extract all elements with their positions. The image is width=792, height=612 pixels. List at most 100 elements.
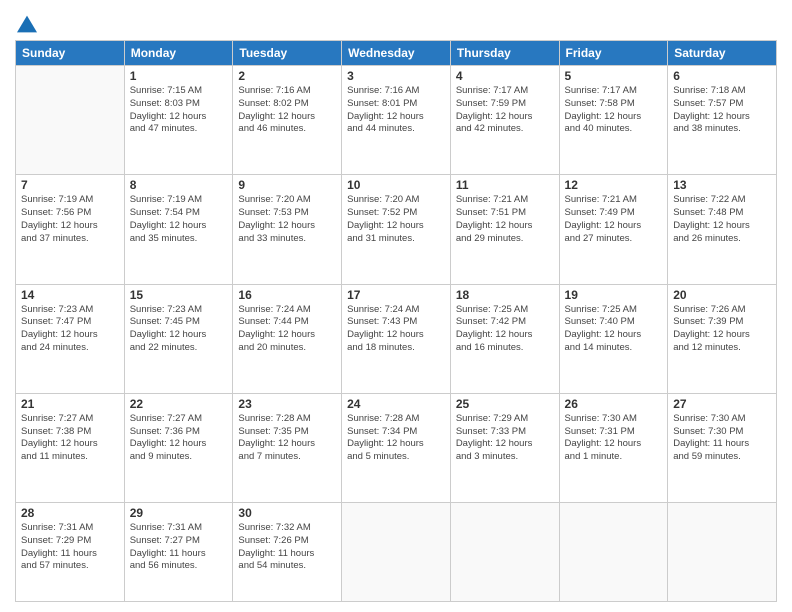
logo-text-block xyxy=(15,14,37,34)
day-info: Sunrise: 7:25 AMSunset: 7:40 PMDaylight:… xyxy=(565,304,663,355)
logo xyxy=(15,14,37,34)
day-info: Sunrise: 7:24 AMSunset: 7:44 PMDaylight:… xyxy=(238,304,336,355)
calendar-cell: 16 Sunrise: 7:24 AMSunset: 7:44 PMDayligh… xyxy=(233,284,342,393)
day-info: Sunrise: 7:29 AMSunset: 7:33 PMDaylight:… xyxy=(456,413,554,464)
calendar-cell: 24 Sunrise: 7:28 AMSunset: 7:34 PMDayligh… xyxy=(342,393,451,502)
day-info: Sunrise: 7:31 AMSunset: 7:29 PMDaylight:… xyxy=(21,522,119,573)
day-number: 4 xyxy=(456,69,554,83)
day-number: 2 xyxy=(238,69,336,83)
calendar-cell xyxy=(16,66,125,175)
day-info: Sunrise: 7:20 AMSunset: 7:53 PMDaylight:… xyxy=(238,194,336,245)
day-info: Sunrise: 7:16 AMSunset: 8:02 PMDaylight:… xyxy=(238,85,336,136)
day-number: 19 xyxy=(565,288,663,302)
day-info: Sunrise: 7:27 AMSunset: 7:36 PMDaylight:… xyxy=(130,413,228,464)
day-info: Sunrise: 7:20 AMSunset: 7:52 PMDaylight:… xyxy=(347,194,445,245)
day-info: Sunrise: 7:28 AMSunset: 7:35 PMDaylight:… xyxy=(238,413,336,464)
day-number: 6 xyxy=(673,69,771,83)
calendar-cell: 23Sunrise: 7:28 AMSunset: 7:35 PMDayligh… xyxy=(233,393,342,502)
day-info: Sunrise: 7:19 AMSunset: 7:54 PMDaylight:… xyxy=(130,194,228,245)
calendar-cell: 25 Sunrise: 7:29 AMSunset: 7:33 PMDayligh… xyxy=(450,393,559,502)
calendar-header-wednesday: Wednesday xyxy=(342,41,451,66)
day-number: 20 xyxy=(673,288,771,302)
calendar-header-friday: Friday xyxy=(559,41,668,66)
calendar-cell: 30Sunrise: 7:32 AMSunset: 7:26 PMDayligh… xyxy=(233,503,342,602)
day-info: Sunrise: 7:17 AMSunset: 7:59 PMDaylight:… xyxy=(456,85,554,136)
day-number: 27 xyxy=(673,397,771,411)
calendar-cell: 2 Sunrise: 7:16 AMSunset: 8:02 PMDaylight… xyxy=(233,66,342,175)
calendar-cell: 19 Sunrise: 7:25 AMSunset: 7:40 PMDayligh… xyxy=(559,284,668,393)
calendar-cell: 11 Sunrise: 7:21 AMSunset: 7:51 PMDayligh… xyxy=(450,175,559,284)
day-number: 26 xyxy=(565,397,663,411)
calendar-cell: 17 Sunrise: 7:24 AMSunset: 7:43 PMDayligh… xyxy=(342,284,451,393)
calendar-cell: 28 Sunrise: 7:31 AMSunset: 7:29 PMDayligh… xyxy=(16,503,125,602)
calendar-week-4: 21Sunrise: 7:27 AMSunset: 7:38 PMDayligh… xyxy=(16,393,777,502)
day-info: Sunrise: 7:21 AMSunset: 7:49 PMDaylight:… xyxy=(565,194,663,245)
calendar-cell: 14Sunrise: 7:23 AMSunset: 7:47 PMDayligh… xyxy=(16,284,125,393)
day-number: 18 xyxy=(456,288,554,302)
day-info: Sunrise: 7:21 AMSunset: 7:51 PMDaylight:… xyxy=(456,194,554,245)
calendar-cell: 12 Sunrise: 7:21 AMSunset: 7:49 PMDayligh… xyxy=(559,175,668,284)
day-number: 29 xyxy=(130,506,228,520)
day-number: 5 xyxy=(565,69,663,83)
day-info: Sunrise: 7:27 AMSunset: 7:38 PMDaylight:… xyxy=(21,413,119,464)
day-number: 15 xyxy=(130,288,228,302)
day-number: 9 xyxy=(238,178,336,192)
day-info: Sunrise: 7:23 AMSunset: 7:45 PMDaylight:… xyxy=(130,304,228,355)
day-number: 24 xyxy=(347,397,445,411)
page: SundayMondayTuesdayWednesdayThursdayFrid… xyxy=(0,0,792,612)
calendar-cell: 15 Sunrise: 7:23 AMSunset: 7:45 PMDayligh… xyxy=(124,284,233,393)
day-number: 12 xyxy=(565,178,663,192)
calendar-cell: 22 Sunrise: 7:27 AMSunset: 7:36 PMDayligh… xyxy=(124,393,233,502)
calendar-cell: 13Sunrise: 7:22 AMSunset: 7:48 PMDayligh… xyxy=(668,175,777,284)
calendar-table: SundayMondayTuesdayWednesdayThursdayFrid… xyxy=(15,40,777,602)
day-number: 14 xyxy=(21,288,119,302)
day-info: Sunrise: 7:16 AMSunset: 8:01 PMDaylight:… xyxy=(347,85,445,136)
day-info: Sunrise: 7:31 AMSunset: 7:27 PMDaylight:… xyxy=(130,522,228,573)
calendar-cell: 10 Sunrise: 7:20 AMSunset: 7:52 PMDayligh… xyxy=(342,175,451,284)
day-number: 3 xyxy=(347,69,445,83)
day-info: Sunrise: 7:32 AMSunset: 7:26 PMDaylight:… xyxy=(238,522,336,573)
calendar-cell: 8 Sunrise: 7:19 AMSunset: 7:54 PMDaylight… xyxy=(124,175,233,284)
calendar-week-5: 28 Sunrise: 7:31 AMSunset: 7:29 PMDayligh… xyxy=(16,503,777,602)
calendar-cell: 18 Sunrise: 7:25 AMSunset: 7:42 PMDayligh… xyxy=(450,284,559,393)
day-number: 11 xyxy=(456,178,554,192)
calendar-cell: 6 Sunrise: 7:18 AMSunset: 7:57 PMDaylight… xyxy=(668,66,777,175)
calendar-cell xyxy=(342,503,451,602)
calendar-header-tuesday: Tuesday xyxy=(233,41,342,66)
calendar-cell: 5 Sunrise: 7:17 AMSunset: 7:58 PMDaylight… xyxy=(559,66,668,175)
day-number: 28 xyxy=(21,506,119,520)
calendar-header-saturday: Saturday xyxy=(668,41,777,66)
calendar-week-2: 7 Sunrise: 7:19 AMSunset: 7:56 PMDaylight… xyxy=(16,175,777,284)
day-info: Sunrise: 7:28 AMSunset: 7:34 PMDaylight:… xyxy=(347,413,445,464)
calendar-week-1: 1Sunrise: 7:15 AMSunset: 8:03 PMDaylight… xyxy=(16,66,777,175)
day-number: 8 xyxy=(130,178,228,192)
day-number: 7 xyxy=(21,178,119,192)
calendar-header-row: SundayMondayTuesdayWednesdayThursdayFrid… xyxy=(16,41,777,66)
day-number: 25 xyxy=(456,397,554,411)
day-info: Sunrise: 7:24 AMSunset: 7:43 PMDaylight:… xyxy=(347,304,445,355)
logo-icon xyxy=(17,14,37,34)
calendar-cell: 3 Sunrise: 7:16 AMSunset: 8:01 PMDaylight… xyxy=(342,66,451,175)
calendar-week-3: 14Sunrise: 7:23 AMSunset: 7:47 PMDayligh… xyxy=(16,284,777,393)
day-number: 16 xyxy=(238,288,336,302)
day-number: 17 xyxy=(347,288,445,302)
calendar-cell: 21Sunrise: 7:27 AMSunset: 7:38 PMDayligh… xyxy=(16,393,125,502)
day-info: Sunrise: 7:19 AMSunset: 7:56 PMDaylight:… xyxy=(21,194,119,245)
day-info: Sunrise: 7:17 AMSunset: 7:58 PMDaylight:… xyxy=(565,85,663,136)
calendar-cell: 7 Sunrise: 7:19 AMSunset: 7:56 PMDaylight… xyxy=(16,175,125,284)
calendar-cell: 9 Sunrise: 7:20 AMSunset: 7:53 PMDaylight… xyxy=(233,175,342,284)
day-number: 1 xyxy=(130,69,228,83)
calendar-cell: 26 Sunrise: 7:30 AMSunset: 7:31 PMDayligh… xyxy=(559,393,668,502)
day-number: 22 xyxy=(130,397,228,411)
header xyxy=(15,10,777,34)
day-info: Sunrise: 7:25 AMSunset: 7:42 PMDaylight:… xyxy=(456,304,554,355)
day-info: Sunrise: 7:18 AMSunset: 7:57 PMDaylight:… xyxy=(673,85,771,136)
day-number: 13 xyxy=(673,178,771,192)
calendar-cell xyxy=(668,503,777,602)
calendar-cell: 4 Sunrise: 7:17 AMSunset: 7:59 PMDaylight… xyxy=(450,66,559,175)
day-info: Sunrise: 7:30 AMSunset: 7:31 PMDaylight:… xyxy=(565,413,663,464)
calendar-cell xyxy=(559,503,668,602)
calendar-header-thursday: Thursday xyxy=(450,41,559,66)
day-number: 10 xyxy=(347,178,445,192)
calendar-cell: 1Sunrise: 7:15 AMSunset: 8:03 PMDaylight… xyxy=(124,66,233,175)
